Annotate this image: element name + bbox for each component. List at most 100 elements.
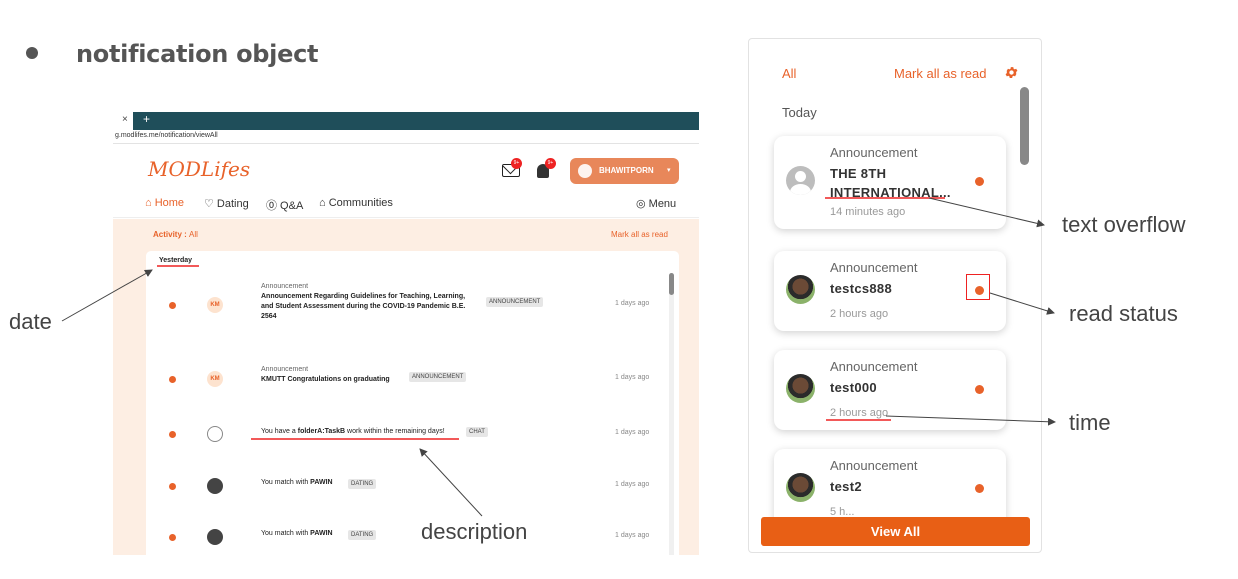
notification-kind: Announcement <box>830 458 918 473</box>
activity-value: All <box>189 230 198 239</box>
row-time: 1 days ago <box>615 532 650 539</box>
unread-dot <box>169 534 176 541</box>
activity-label: Activity : <box>153 230 187 239</box>
notification-row[interactable]: KM Announcement KMUTT Congratulations on… <box>146 366 666 396</box>
row-tag: DATING <box>348 530 377 540</box>
mail-badge: 9+ <box>511 158 522 169</box>
row-type: Announcement <box>261 283 309 290</box>
nav-qa[interactable]: ⓪ Q&A <box>266 197 303 213</box>
notification-dropdown-panel: All Mark all as read Today Announcement … <box>748 38 1042 553</box>
site-logo[interactable]: MODLifes <box>148 157 250 181</box>
row-type: Announcement <box>261 366 309 373</box>
row-tag: DATING <box>348 479 377 489</box>
desc-bold: PAWIN <box>310 530 333 537</box>
address-bar[interactable]: g.modlifes.me/notification/viewAll <box>113 130 699 144</box>
row-description: You match with PAWIN <box>261 530 333 537</box>
unread-dot <box>169 483 176 490</box>
notification-title: testcs888 <box>830 281 892 296</box>
notification-content: Activity : All Mark all as read Yesterda… <box>113 219 699 555</box>
section-today: Today <box>782 105 817 120</box>
notification-time: 14 minutes ago <box>830 206 906 218</box>
browser-tab[interactable]: × <box>113 112 133 130</box>
avatar <box>207 478 223 494</box>
unread-dot <box>169 431 176 438</box>
notification-title: THE 8TH INTERNATIONAL... <box>830 164 951 202</box>
notification-page-screenshot: × + g.modlifes.me/notification/viewAll M… <box>113 112 699 555</box>
title-line: INTERNATIONAL... <box>830 185 951 200</box>
notification-list-card: Yesterday KM Announcement Announcement R… <box>146 251 679 555</box>
scrollbar-thumb[interactable] <box>1020 87 1029 165</box>
row-body: KMUTT Congratulations on graduating <box>261 376 390 383</box>
row-time: 1 days ago <box>615 374 650 381</box>
list-scrollbar[interactable] <box>669 273 674 555</box>
notification-card[interactable]: Announcement test000 2 hours ago <box>774 350 1006 430</box>
nav-menu[interactable]: ◎ Menu <box>636 197 676 210</box>
close-tab-icon[interactable]: × <box>122 114 128 125</box>
user-avatar-icon <box>207 426 223 442</box>
annotation-text-overflow: text overflow <box>1062 212 1186 237</box>
notification-row[interactable]: You match with PAWIN DATING 1 days ago <box>146 526 666 548</box>
avatar <box>786 473 815 502</box>
user-avatar-icon <box>578 164 592 178</box>
browser-tab-bar: × + <box>113 112 699 130</box>
desc-prefix: You have a <box>261 428 298 435</box>
filter-all-tab[interactable]: All <box>782 66 796 81</box>
notification-title: test000 <box>830 380 877 395</box>
main-nav: ⌂ Home ♡ Dating ⓪ Q&A ⌂ Communities ◎ Me… <box>145 197 685 213</box>
read-status-highlight <box>966 274 990 300</box>
nav-home[interactable]: ⌂ Home <box>145 197 184 209</box>
avatar <box>786 374 815 403</box>
notification-row[interactable]: KM Announcement Announcement Regarding G… <box>146 283 666 343</box>
avatar: KM <box>207 371 223 387</box>
notification-kind: Announcement <box>830 260 918 275</box>
desc-bold: folderA:TaskB <box>297 428 346 435</box>
site-header: MODLifes 9+ 9+ BHAWITPORN ▾ ⌂ Home ♡ Dat… <box>113 145 699 218</box>
unread-dot <box>975 385 984 394</box>
slide: notification object × + g.modlifes.me/no… <box>0 0 1238 579</box>
annotation-date: date <box>9 309 52 334</box>
unread-dot <box>975 484 984 493</box>
notification-time: 2 hours ago <box>830 308 889 320</box>
row-description: You match with PAWIN <box>261 479 333 486</box>
user-avatar-icon <box>786 166 815 195</box>
new-tab-icon[interactable]: + <box>143 112 150 126</box>
annotation-description: description <box>421 519 528 544</box>
nav-communities[interactable]: ⌂ Communities <box>319 197 393 209</box>
user-menu-button[interactable]: BHAWITPORN ▾ <box>570 158 679 184</box>
desc-suffix: work within the remaining days! <box>345 428 445 435</box>
unread-dot <box>975 177 984 186</box>
notification-kind: Announcement <box>830 359 918 374</box>
unread-dot <box>169 302 176 309</box>
notification-card[interactable]: Announcement THE 8TH INTERNATIONAL... 14… <box>774 136 1006 229</box>
mark-all-read-button[interactable]: Mark all as read <box>894 66 986 81</box>
bullet-point <box>26 47 38 59</box>
user-name: BHAWITPORN <box>599 166 654 175</box>
notification-row[interactable]: You have a folderA:TaskB work within the… <box>146 423 666 445</box>
notification-row[interactable]: You match with PAWIN DATING 1 days ago <box>146 475 666 497</box>
title-line: THE 8TH <box>830 166 887 181</box>
bell-badge: 9+ <box>545 158 556 169</box>
notification-kind: Announcement <box>830 145 918 160</box>
unread-dot <box>169 376 176 383</box>
gear-icon[interactable] <box>1004 65 1019 80</box>
row-tag: CHAT <box>466 427 488 437</box>
desc-bold: PAWIN <box>310 479 333 486</box>
annotation-read-status: read status <box>1069 301 1178 326</box>
slide-heading: notification object <box>76 40 319 68</box>
scrollbar-thumb[interactable] <box>669 273 674 295</box>
nav-dating[interactable]: ♡ Dating <box>204 197 249 210</box>
chevron-down-icon: ▾ <box>667 167 671 174</box>
row-tag: ANNOUNCEMENT <box>409 372 467 382</box>
panel-scrollbar[interactable] <box>1020 87 1029 512</box>
row-time: 1 days ago <box>615 429 650 436</box>
avatar: KM <box>207 297 223 313</box>
avatar <box>786 275 815 304</box>
date-header: Yesterday <box>159 257 193 264</box>
mark-all-read-link[interactable]: Mark all as read <box>611 230 668 239</box>
annotation-time: time <box>1069 410 1111 435</box>
view-all-button[interactable]: View All <box>761 517 1030 546</box>
desc-prefix: You match with <box>261 530 311 537</box>
notification-title: test2 <box>830 479 862 494</box>
activity-filter[interactable]: Activity : All <box>153 230 198 239</box>
row-time: 1 days ago <box>615 300 650 307</box>
